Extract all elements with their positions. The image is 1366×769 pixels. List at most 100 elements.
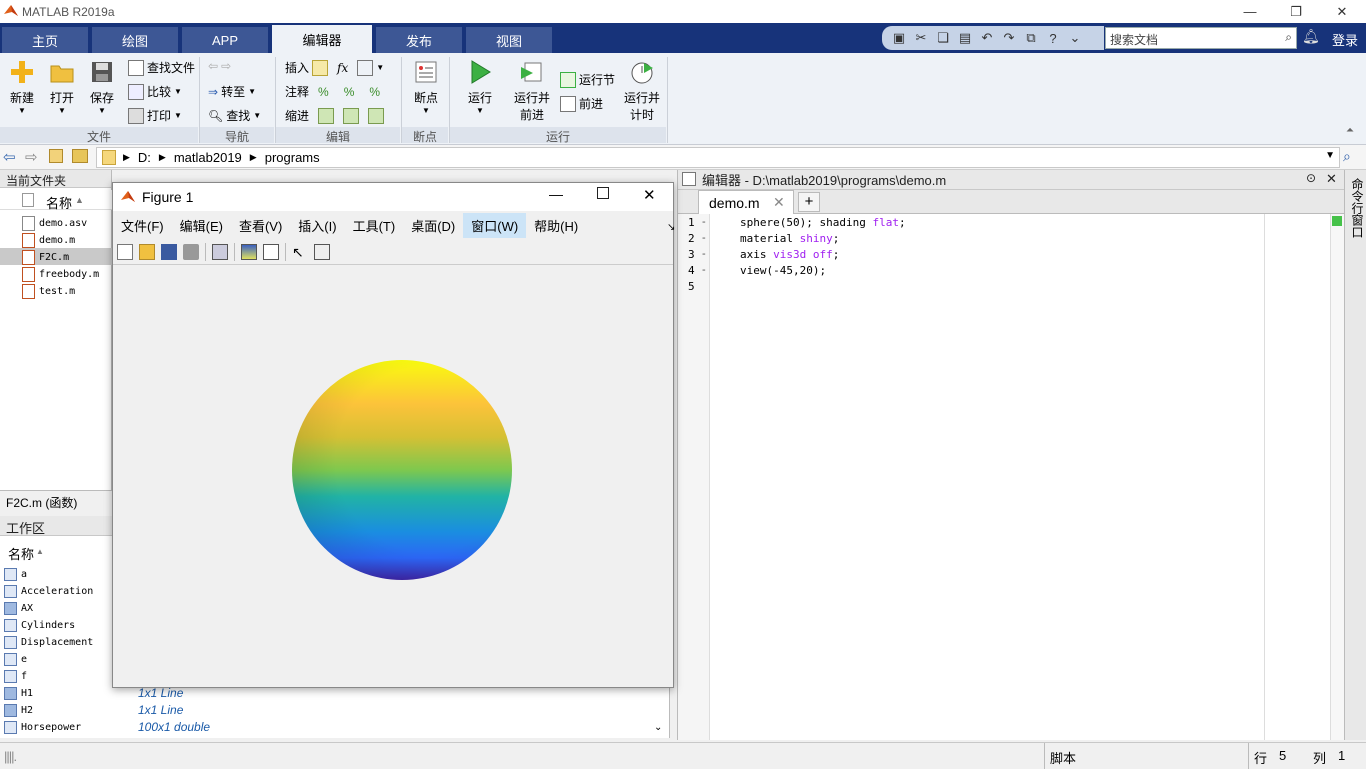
variable-row[interactable]: e [4,653,27,666]
variable-row[interactable]: Cylinders [4,619,75,632]
undo-icon[interactable]: ↶ [978,29,996,47]
variable-row[interactable]: f [4,670,27,683]
search-documentation-input[interactable]: 搜索文档 ⌕ [1105,27,1297,49]
save-button[interactable]: 保存 ▼ [86,59,118,115]
panel-options-icon[interactable]: ⊙ [1306,171,1316,185]
uncomment-icon[interactable]: % [344,85,355,99]
search-folder-icon[interactable]: ⌕ [1343,148,1351,165]
figure-window[interactable]: Figure 1 — ✕ 文件(F) 编辑(E) 查看(V) 插入(I) 工具(… [112,182,675,688]
path-segment[interactable]: programs [265,150,320,165]
tab-demo-m[interactable]: demo.m ✕ [698,190,794,214]
path-segment[interactable]: matlab2019 [174,150,242,165]
command-window-minimized[interactable]: 命令行窗口 [1344,170,1366,740]
path-dropdown-icon[interactable]: ▼ [1325,150,1335,161]
insert-function-icon[interactable] [357,59,374,76]
file-item[interactable]: demo.asv [22,216,87,231]
indent-button[interactable]: 缩进 [285,107,385,124]
save-icon[interactable]: ▣ [890,29,908,47]
up-folder-icon[interactable] [49,149,63,163]
advance-button[interactable]: 前进 [560,95,603,112]
code-line[interactable]: sphere(50); shading flat; [740,216,906,229]
file-item[interactable]: test.m [22,284,75,299]
code-line[interactable]: axis vis3d off; [740,248,839,261]
variable-row[interactable]: Acceleration [4,585,93,598]
cut-icon[interactable]: ✂ [912,29,930,47]
back-forward-buttons[interactable]: ⇦ ⇨ [208,59,231,73]
login-link[interactable]: 登录 [1332,30,1358,49]
tab-close-icon[interactable]: ✕ [773,194,785,211]
variable-row[interactable]: Displacement [4,636,93,649]
code-line[interactable]: material shiny; [740,232,839,245]
code-line[interactable]: view(-45,20); [740,264,826,277]
print-button[interactable]: 打印 ▼ [128,107,182,124]
tab-publish[interactable]: 发布 [376,27,462,53]
open-button[interactable]: 打开 ▼ [46,59,78,115]
tab-apps[interactable]: APP [182,27,268,53]
edit-plot-pointer-icon[interactable]: ↖ [292,244,308,260]
new-button[interactable]: 新建 ▼ [6,59,38,115]
run-section-button[interactable]: 运行节 [560,71,615,88]
tab-plots[interactable]: 绘图 [92,27,178,53]
insert-legend-icon[interactable] [263,243,279,260]
comment-button[interactable]: 注释%%% [285,83,380,100]
print-figure-icon[interactable] [183,243,199,260]
run-and-advance-button[interactable]: 运行并 前进 [510,59,554,123]
browse-folder-icon[interactable] [72,149,88,163]
link-plot-icon[interactable] [212,243,228,260]
forward-icon[interactable]: ⇨ [25,148,38,166]
collapse-toolstrip-icon[interactable]: ⏶ [1346,125,1354,136]
file-item[interactable]: freebody.m [22,267,99,282]
new-figure-icon[interactable] [117,243,133,260]
menu-edit[interactable]: 编辑(E) [172,213,231,238]
variable-row[interactable]: H2 [4,704,33,717]
search-icon[interactable]: ⌕ [1285,30,1292,45]
customize-icon[interactable]: ⌄ [1066,29,1084,47]
name-column-header[interactable]: 名称 [8,544,34,563]
figure-maximize-button[interactable] [597,187,609,199]
tab-view[interactable]: 视图 [466,27,552,53]
variable-row[interactable]: Horsepower [4,721,81,734]
switch-windows-icon[interactable]: ⧉ [1022,29,1040,47]
column-header[interactable]: 名称 ▲ [0,190,112,211]
file-item-selected[interactable]: F2C.m [22,250,69,265]
goto-button[interactable]: ⇒ 转至 ▼ [208,83,256,100]
open-file-icon[interactable] [139,243,155,260]
breakpoints-button[interactable]: 断点 ▼ [408,59,444,115]
figure-minimize-button[interactable]: — [549,186,563,202]
redo-icon[interactable]: ↷ [1000,29,1018,47]
new-tab-plus-icon[interactable]: + [798,192,820,212]
tab-home[interactable]: 主页 [2,27,88,53]
variable-row[interactable]: a [4,568,27,581]
menu-tools[interactable]: 工具(T) [345,213,404,238]
back-icon[interactable]: ⇦ [3,148,16,166]
wrap-comment-icon[interactable]: % [369,85,380,99]
figure-title-bar[interactable]: Figure 1 — ✕ [113,183,673,211]
insert-colorbar-icon[interactable] [241,243,257,260]
property-inspector-icon[interactable] [314,243,330,260]
command-window-label[interactable]: 命令行窗口 [1349,178,1366,238]
variable-row[interactable]: H1 [4,687,33,700]
code-analyzer-ok-indicator[interactable] [1332,216,1342,226]
panel-close-icon[interactable]: ✕ [1326,171,1337,187]
tab-editor[interactable]: 编辑器 [272,25,372,53]
run-button[interactable]: 运行 ▼ [464,59,496,115]
figure-close-button[interactable]: ✕ [643,186,656,204]
run-and-time-button[interactable]: 运行并 计时 [620,59,664,123]
close-button[interactable]: ✕ [1319,0,1365,23]
path-segment[interactable]: D: [138,150,151,165]
fx-icon[interactable]: fx [337,61,348,75]
menu-view[interactable]: 查看(V) [231,213,290,238]
help-icon[interactable]: ? [1044,29,1062,47]
notification-bell-icon[interactable]: 🔔︎ [1302,28,1320,45]
dock-arrow-icon[interactable]: ↘ [659,219,683,236]
variable-row[interactable]: AX [4,602,33,615]
copy-icon[interactable]: ❏ [934,29,952,47]
file-item[interactable]: demo.m [22,233,75,248]
menu-window[interactable]: 窗口(W) [463,212,527,238]
folder-path-field[interactable]: ▶ D: ▶ matlab2019 ▶ programs ▼ [96,147,1340,168]
find-files-button[interactable]: 查找文件 [128,59,195,76]
menu-help[interactable]: 帮助(H) [526,213,586,238]
sphere-plot[interactable] [291,359,513,581]
paste-icon[interactable]: ▤ [956,29,974,47]
save-figure-icon[interactable] [161,243,177,260]
